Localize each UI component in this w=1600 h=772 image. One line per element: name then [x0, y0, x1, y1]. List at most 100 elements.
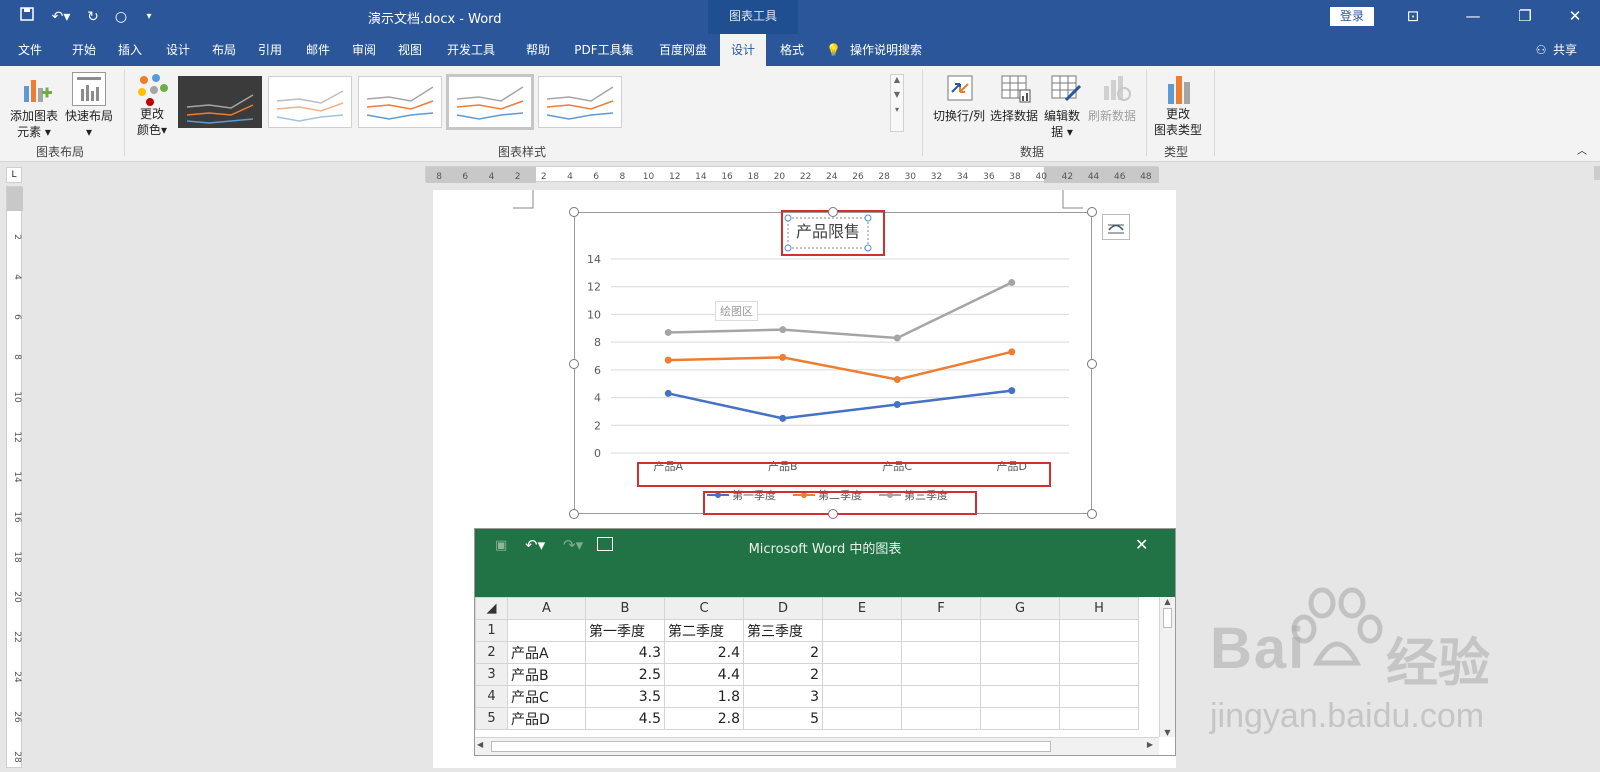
cell[interactable]: [901, 707, 981, 730]
login-button[interactable]: 登录: [1330, 7, 1374, 26]
change-colors-button[interactable]: 更改 颜色▾: [132, 106, 172, 138]
row-header[interactable]: 4: [475, 685, 508, 708]
layout-options-icon[interactable]: [1102, 214, 1130, 240]
cell[interactable]: [1059, 663, 1139, 686]
hscroll-thumb[interactable]: [491, 741, 1051, 752]
sheet-horizontal-scrollbar[interactable]: ◀ ▶: [475, 737, 1159, 755]
vertical-ruler[interactable]: 2 4 6 8 10 12 14 16 18 20 22 24 26 28: [6, 186, 23, 768]
cell[interactable]: [901, 619, 981, 642]
chart-style-thumbnail-3[interactable]: [358, 76, 442, 128]
cell[interactable]: [980, 663, 1060, 686]
edit-data-button[interactable]: 编辑数 据 ▾: [1042, 108, 1082, 140]
cell[interactable]: 5: [743, 707, 823, 730]
tab-chart-design[interactable]: 设计: [720, 34, 766, 66]
row-header[interactable]: 5: [475, 707, 508, 730]
ribbon-display-icon[interactable]: ⊡: [1390, 0, 1436, 34]
cell[interactable]: [901, 685, 981, 708]
resize-handle-s[interactable]: [828, 509, 838, 519]
column-header[interactable]: F: [901, 597, 981, 620]
select-data-button[interactable]: 选择数据: [986, 108, 1042, 124]
cell[interactable]: 2.4: [664, 641, 744, 664]
tell-me-search[interactable]: 操作说明搜索: [850, 34, 944, 66]
cell[interactable]: 3.5: [585, 685, 665, 708]
cell[interactable]: [980, 641, 1060, 664]
cell[interactable]: 2: [743, 663, 823, 686]
tab-layout[interactable]: 布局: [202, 34, 246, 66]
cell[interactable]: 2.5: [585, 663, 665, 686]
column-header[interactable]: C: [664, 597, 744, 620]
cell[interactable]: [1059, 685, 1139, 708]
tab-home[interactable]: 开始: [62, 34, 106, 66]
quick-layout-icon[interactable]: [72, 72, 106, 106]
tab-design[interactable]: 设计: [156, 34, 200, 66]
cell[interactable]: [507, 619, 586, 642]
cell[interactable]: [1059, 619, 1139, 642]
cell[interactable]: 2.8: [664, 707, 744, 730]
sheet-vertical-scrollbar[interactable]: ▲ ▼: [1159, 597, 1175, 737]
cell[interactable]: 3: [743, 685, 823, 708]
gallery-down-icon[interactable]: ▼: [891, 90, 903, 99]
switch-row-column-icon[interactable]: [944, 72, 976, 104]
spreadsheet-grid[interactable]: ◢ A B C D E F G H 1 第一季度 第二季度 第三季度 2 产品A…: [475, 597, 1139, 730]
cell[interactable]: [901, 641, 981, 664]
cell[interactable]: [980, 685, 1060, 708]
tab-references[interactable]: 引用: [248, 34, 292, 66]
cell[interactable]: 第三季度: [743, 619, 823, 642]
cell[interactable]: [822, 685, 902, 708]
gallery-up-icon[interactable]: ▲: [891, 75, 903, 84]
sheet-close-icon[interactable]: ✕: [1135, 535, 1148, 554]
resize-handle-n[interactable]: [828, 207, 838, 217]
scroll-up-icon[interactable]: ▲: [1160, 597, 1175, 606]
cell[interactable]: [822, 641, 902, 664]
cell[interactable]: 2: [743, 641, 823, 664]
horizontal-ruler[interactable]: 8 6 4 2 2 4 6 8 10 12 14 16 18 20 22 24 26 28 30 32 34 36 38 40…: [425, 166, 1159, 183]
save-icon[interactable]: [16, 7, 38, 27]
add-chart-element-button[interactable]: 添加图表 元素 ▾: [6, 108, 62, 140]
change-chart-type-button[interactable]: 更改 图表类型: [1150, 106, 1206, 138]
cell[interactable]: [822, 707, 902, 730]
customize-qat-icon[interactable]: ▾: [138, 7, 160, 27]
chart-style-thumbnail-1[interactable]: [178, 76, 262, 128]
column-header[interactable]: H: [1059, 597, 1139, 620]
cell[interactable]: [1059, 707, 1139, 730]
gallery-more-icon[interactable]: ▾: [891, 105, 903, 114]
column-header[interactable]: A: [507, 597, 586, 620]
resize-handle-nw[interactable]: [569, 207, 579, 217]
cell[interactable]: [901, 663, 981, 686]
tab-mailings[interactable]: 邮件: [296, 34, 340, 66]
tab-insert[interactable]: 插入: [108, 34, 152, 66]
quick-layout-button[interactable]: 快速布局 ▾: [62, 108, 116, 140]
column-header[interactable]: G: [980, 597, 1060, 620]
cell[interactable]: 产品C: [507, 685, 586, 708]
tab-view[interactable]: 视图: [388, 34, 432, 66]
tab-review[interactable]: 审阅: [342, 34, 386, 66]
tab-developer[interactable]: 开发工具: [438, 34, 504, 66]
resize-handle-w[interactable]: [569, 359, 579, 369]
select-data-icon[interactable]: [1000, 72, 1032, 104]
row-header[interactable]: 1: [475, 619, 508, 642]
column-header[interactable]: B: [585, 597, 665, 620]
vertical-scrollbar-top[interactable]: [1594, 166, 1600, 180]
tab-baidu-netdisk[interactable]: 百度网盘: [650, 34, 716, 66]
cell[interactable]: 第二季度: [664, 619, 744, 642]
cell[interactable]: 第一季度: [585, 619, 665, 642]
style-gallery-scrollbar[interactable]: ▲ ▼ ▾: [890, 74, 904, 132]
cell[interactable]: [822, 619, 902, 642]
column-header[interactable]: E: [822, 597, 902, 620]
cell[interactable]: 4.4: [664, 663, 744, 686]
undo-icon[interactable]: ↶▾: [46, 7, 76, 27]
restore-icon[interactable]: ❐: [1502, 0, 1548, 34]
tab-pdf-tools[interactable]: PDF工具集: [568, 34, 640, 66]
tab-selector-icon[interactable]: L: [6, 167, 22, 183]
cell[interactable]: [822, 663, 902, 686]
cell[interactable]: 产品B: [507, 663, 586, 686]
column-header[interactable]: D: [743, 597, 823, 620]
circle-icon[interactable]: ○: [110, 7, 132, 27]
chart-style-thumbnail-5[interactable]: [538, 76, 622, 128]
switch-row-column-button[interactable]: 切换行/列: [928, 108, 990, 124]
change-chart-type-icon[interactable]: [1164, 72, 1196, 106]
redo-icon[interactable]: ↻: [82, 7, 104, 27]
chart-style-thumbnail-2[interactable]: [268, 76, 352, 128]
cell[interactable]: 产品A: [507, 641, 586, 664]
add-chart-element-icon[interactable]: [20, 74, 52, 104]
